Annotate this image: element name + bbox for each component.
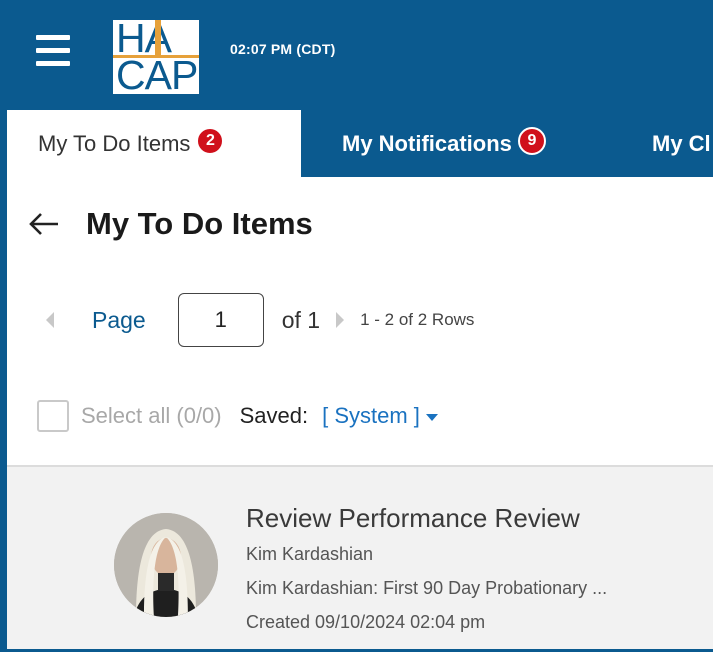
count-badge: 2	[196, 126, 225, 155]
count-badge: 9	[517, 126, 546, 155]
pagination: Page of 1 1 - 2 of 2 Rows	[46, 293, 474, 347]
page-header: My To Do Items	[28, 206, 313, 242]
list-item[interactable]: Review Performance Review Kim Kardashian…	[7, 467, 713, 649]
page-label: Page	[92, 306, 146, 333]
row-count: 1 - 2 of 2 Rows	[360, 310, 475, 329]
menu-icon[interactable]	[36, 33, 70, 69]
item-created: Created 09/10/2024 02:04 pm	[246, 612, 486, 632]
tab-my-to-do-items[interactable]: My To Do Items 2	[7, 110, 301, 177]
logo-text-bottom: CAP	[116, 52, 198, 95]
tab-bar: My To Do Items 2 My Notifications 9 My C…	[0, 110, 713, 177]
avatar	[114, 513, 218, 617]
hacap-logo[interactable]: HA CAP	[113, 20, 199, 94]
tab-label: My To Do Items	[38, 130, 191, 156]
item-description: Kim Kardashian: First 90 Day Probationar…	[246, 578, 608, 598]
logo-accent	[155, 20, 161, 55]
selection-toolbar: Select all (0/0) Saved: [ System ]	[37, 398, 438, 434]
list-item-content: Review Performance Review Kim Kardashian…	[246, 499, 607, 639]
page-number-input[interactable]	[177, 293, 264, 347]
saved-label: Saved:	[239, 403, 309, 428]
arrow-left-icon[interactable]	[28, 212, 60, 236]
item-person: Kim Kardashian	[246, 544, 374, 564]
tab-my-cl[interactable]: My Cl	[652, 110, 711, 177]
select-all-checkbox[interactable]	[37, 400, 69, 432]
item-title: Review Performance Review	[246, 503, 580, 533]
previous-page-icon[interactable]	[46, 312, 54, 328]
current-time: 02:07 PM (CDT)	[230, 41, 336, 57]
chevron-down-icon[interactable]	[425, 414, 438, 421]
page-title: My To Do Items	[86, 206, 313, 241]
select-all-label: Select all (0/0)	[81, 403, 222, 428]
next-page-icon[interactable]	[336, 312, 345, 328]
tab-my-notifications[interactable]: My Notifications 9	[342, 110, 546, 177]
app-header: HA CAP 02:07 PM (CDT)	[0, 0, 713, 110]
tab-label: My Notifications	[342, 130, 512, 156]
page-total: of 1	[281, 306, 321, 333]
tab-label: My Cl	[652, 130, 711, 156]
saved-view-dropdown[interactable]: [ System ]	[322, 403, 420, 429]
